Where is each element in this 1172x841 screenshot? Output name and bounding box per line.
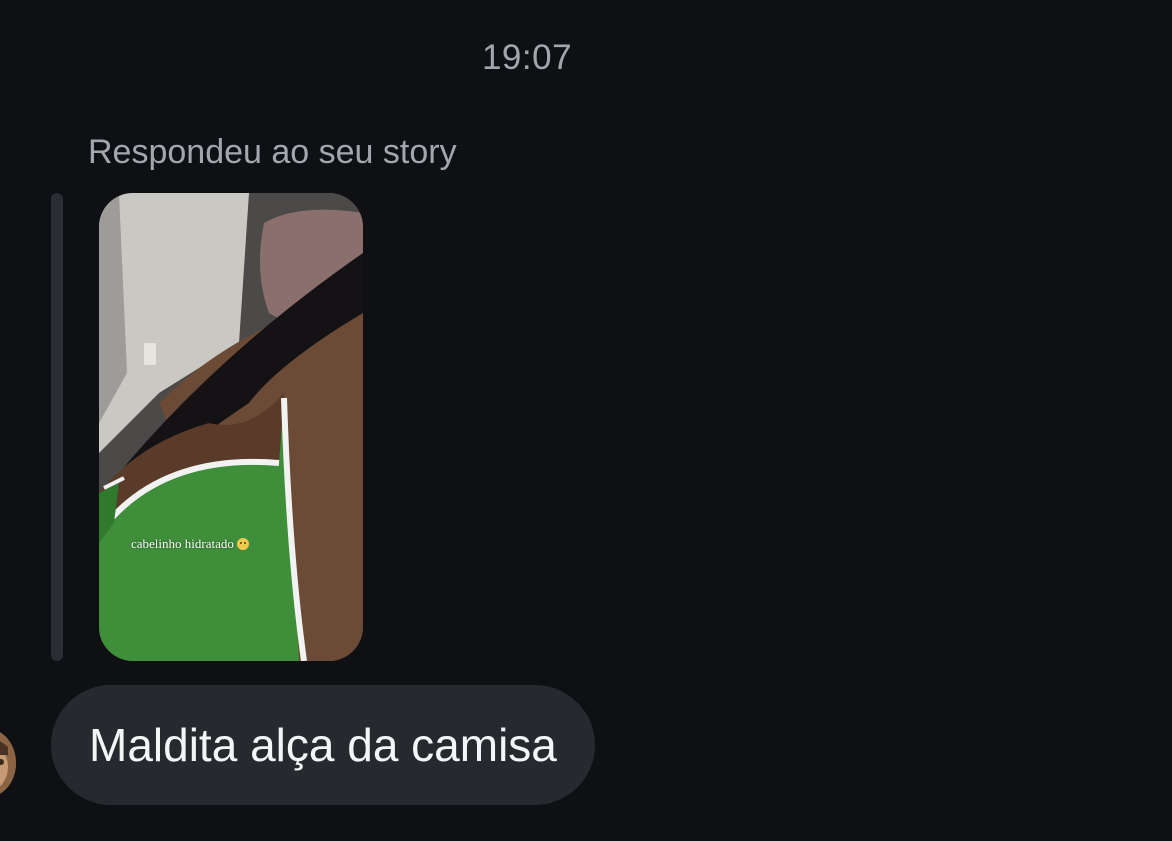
chat-screen: 19:07 Respondeu ao seu story cabelinho h… [0, 0, 1172, 841]
pleading-face-icon [236, 538, 249, 550]
story-caption-text: cabelinho hidratado [131, 536, 234, 551]
avatar-image [0, 729, 16, 797]
sender-avatar[interactable] [0, 729, 16, 797]
message-bubble[interactable]: Maldita alça da camisa [51, 685, 595, 805]
story-image [99, 193, 363, 661]
story-reply-label: Respondeu ao seu story [88, 133, 457, 171]
story-thumbnail[interactable]: cabelinho hidratado [99, 193, 363, 661]
message-text: Maldita alça da camisa [89, 719, 557, 771]
reply-quote-bar [51, 193, 63, 661]
message-timestamp: 19:07 [481, 38, 573, 77]
story-caption: cabelinho hidratado [131, 536, 249, 552]
